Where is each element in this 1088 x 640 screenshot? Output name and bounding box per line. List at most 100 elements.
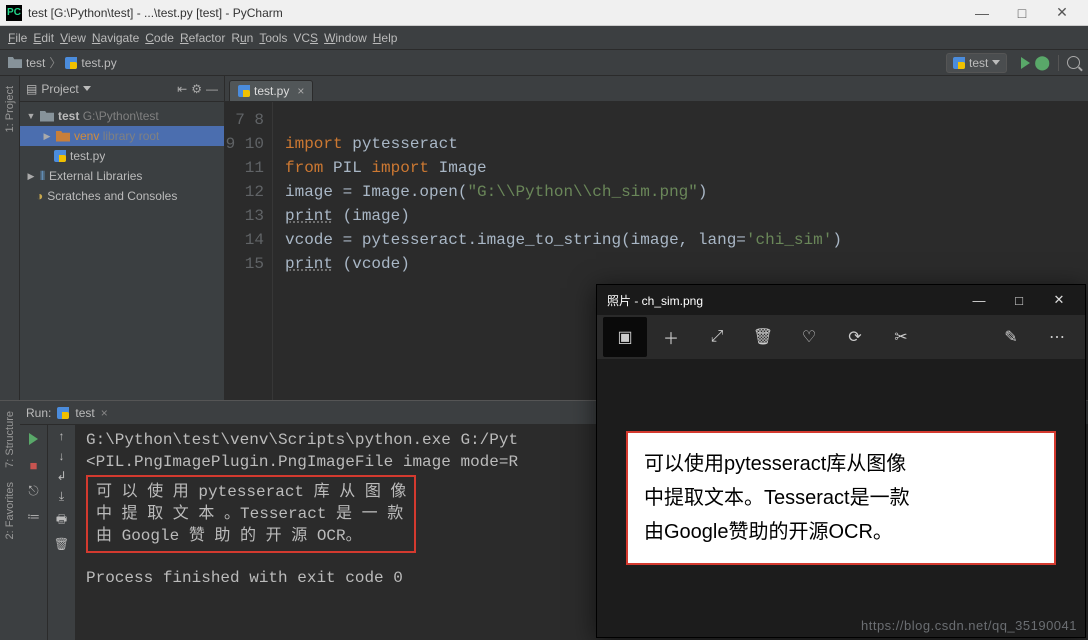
tree-venv-name: venv xyxy=(74,129,99,143)
maximize-button[interactable]: □ xyxy=(1002,5,1042,21)
tree-scratches-label: Scratches and Consoles xyxy=(47,189,177,203)
folder-icon xyxy=(8,57,22,68)
tree-venv-hint: library root xyxy=(103,129,160,143)
scroll-to-end-icon[interactable]: ⤓ xyxy=(59,489,64,504)
console-ocr-line: 由 Google 赞 助 的 开 源 OCR。 xyxy=(96,525,406,547)
tree-file-name: test.py xyxy=(70,149,105,163)
tree-external-libraries[interactable]: ▶ ⫴ External Libraries xyxy=(20,166,224,186)
run-config-name: test xyxy=(75,406,94,420)
edit-icon[interactable]: ✎ xyxy=(989,317,1033,357)
zoom-icon[interactable]: ⤢ xyxy=(695,317,739,357)
run-primary-toolbar: ■ ⎋ ≔ xyxy=(20,425,48,640)
console-ocr-line: 中 提 取 文 本 。Tesseract 是 一 款 xyxy=(96,503,406,525)
folder-icon xyxy=(56,131,70,142)
menu-run[interactable]: Run xyxy=(231,31,253,45)
menu-view[interactable]: View xyxy=(60,31,86,45)
menu-help[interactable]: Help xyxy=(373,31,398,45)
python-file-icon xyxy=(238,85,250,97)
photos-close-button[interactable]: ✕ xyxy=(1039,292,1079,308)
image-text-line: 由Google赞助的开源OCR。 xyxy=(644,515,1038,549)
tree-file[interactable]: test.py xyxy=(20,146,224,166)
python-file-icon xyxy=(57,407,69,419)
favorite-icon[interactable]: ♡ xyxy=(787,317,831,357)
tree-root[interactable]: ▼ test G:\Python\test xyxy=(20,106,224,126)
pin-button[interactable]: ⎋ xyxy=(24,481,44,501)
tree-root-name: test xyxy=(58,109,79,123)
menu-bar: File Edit View Navigate Code Refactor Ru… xyxy=(0,26,1088,50)
minimize-button[interactable]: — xyxy=(962,5,1002,21)
chevron-right-icon: 〉 xyxy=(49,54,61,71)
hide-icon[interactable]: — xyxy=(206,82,218,96)
breadcrumb-root: test xyxy=(26,56,45,70)
menu-tools[interactable]: Tools xyxy=(259,31,287,45)
tab-label: test.py xyxy=(254,84,289,98)
rerun-button[interactable] xyxy=(24,429,44,449)
run-config-selector[interactable]: test xyxy=(946,53,1007,73)
menu-vcs[interactable]: VCS xyxy=(293,31,318,45)
expand-arrow-icon[interactable]: ▼ xyxy=(26,111,36,121)
left-gutter-bottom: 7: Structure 2: Favorites xyxy=(0,401,20,640)
add-icon[interactable]: ＋ xyxy=(649,317,693,357)
sidebar-tab-project[interactable]: 1: Project xyxy=(4,86,16,132)
menu-refactor[interactable]: Refactor xyxy=(180,31,225,45)
collapse-icon[interactable]: ⇤ xyxy=(177,82,187,96)
window-titlebar: PC test [G:\Python\test] - ...\test.py [… xyxy=(0,0,1088,26)
window-title: test [G:\Python\test] - ...\test.py [tes… xyxy=(28,6,962,20)
tree-scratches[interactable]: ◑ Scratches and Consoles xyxy=(20,186,224,206)
photos-minimize-button[interactable]: — xyxy=(959,293,999,308)
down-icon[interactable]: ↓ xyxy=(59,449,65,463)
photos-canvas[interactable]: 可以使用pytesseract库从图像 中提取文本。Tesseract是一款 由… xyxy=(597,359,1085,637)
tab-test-py[interactable]: test.py × xyxy=(229,80,313,101)
run-config-name: test xyxy=(969,56,988,70)
photos-maximize-button[interactable]: □ xyxy=(999,293,1039,308)
debug-button[interactable]: ⬤ xyxy=(1034,54,1050,71)
close-run-tab-icon[interactable]: × xyxy=(101,406,108,420)
run-button[interactable] xyxy=(1021,57,1030,69)
pycharm-app-icon: PC xyxy=(6,5,22,21)
close-button[interactable]: ✕ xyxy=(1042,4,1082,21)
menu-edit[interactable]: Edit xyxy=(33,31,54,45)
project-pane-icon: ▤ xyxy=(26,82,37,96)
sidebar-tab-structure[interactable]: 7: Structure xyxy=(4,411,16,468)
menu-file[interactable]: File xyxy=(8,31,27,45)
python-file-icon xyxy=(953,57,965,69)
photo-view-icon[interactable]: ▣ xyxy=(603,317,647,357)
sidebar-tab-favorites[interactable]: 2: Favorites xyxy=(4,482,16,539)
stop-button[interactable]: ■ xyxy=(24,455,44,475)
close-tab-icon[interactable]: × xyxy=(297,84,304,98)
breadcrumb-file: test.py xyxy=(81,56,116,70)
expand-arrow-icon[interactable]: ▶ xyxy=(42,131,52,142)
chevron-down-icon xyxy=(992,60,1000,65)
project-tree[interactable]: ▼ test G:\Python\test ▶ venv library roo… xyxy=(20,102,224,206)
tree-external-label: External Libraries xyxy=(49,169,142,183)
photos-toolbar: ▣ ＋ ⤢ 🗑 ♡ ⟳ ✂ ✎ ⋯ xyxy=(597,315,1085,359)
delete-icon[interactable]: 🗑 xyxy=(741,317,785,357)
tree-root-path: G:\Python\test xyxy=(83,109,159,123)
crop-icon[interactable]: ✂ xyxy=(879,317,923,357)
expand-arrow-icon[interactable]: ▶ xyxy=(26,171,36,182)
breadcrumb[interactable]: test 〉 test.py xyxy=(8,54,117,71)
rotate-icon[interactable]: ⟳ xyxy=(833,317,877,357)
soft-wrap-icon[interactable]: ↲ xyxy=(56,469,66,483)
layout-button[interactable]: ≔ xyxy=(24,507,44,527)
up-icon[interactable]: ↑ xyxy=(59,429,65,443)
search-icon[interactable] xyxy=(1067,56,1080,69)
gear-icon[interactable]: ⚙ xyxy=(191,82,202,96)
menu-window[interactable]: Window xyxy=(324,31,367,45)
photos-titlebar[interactable]: 照片 - ch_sim.png — □ ✕ xyxy=(597,285,1085,315)
print-icon[interactable]: 🖶 xyxy=(56,510,67,531)
folder-icon xyxy=(40,111,54,122)
clear-icon[interactable]: 🗑 xyxy=(54,537,69,551)
photos-window[interactable]: 照片 - ch_sim.png — □ ✕ ▣ ＋ ⤢ 🗑 ♡ ⟳ ✂ ✎ ⋯ … xyxy=(596,284,1086,638)
python-file-icon xyxy=(54,150,66,162)
image-text-line: 中提取文本。Tesseract是一款 xyxy=(644,481,1038,515)
menu-code[interactable]: Code xyxy=(145,31,174,45)
more-icon[interactable]: ⋯ xyxy=(1035,317,1079,357)
editor-tabs: test.py × xyxy=(225,76,1088,102)
menu-navigate[interactable]: Navigate xyxy=(92,31,139,45)
tree-venv[interactable]: ▶ venv library root xyxy=(20,126,224,146)
chevron-down-icon[interactable] xyxy=(83,86,91,91)
photos-title: 照片 - ch_sim.png xyxy=(607,292,703,309)
console-ocr-line: 可 以 使 用 pytesseract 库 从 图 像 xyxy=(96,481,406,503)
image-text-line: 可以使用pytesseract库从图像 xyxy=(644,447,1038,481)
